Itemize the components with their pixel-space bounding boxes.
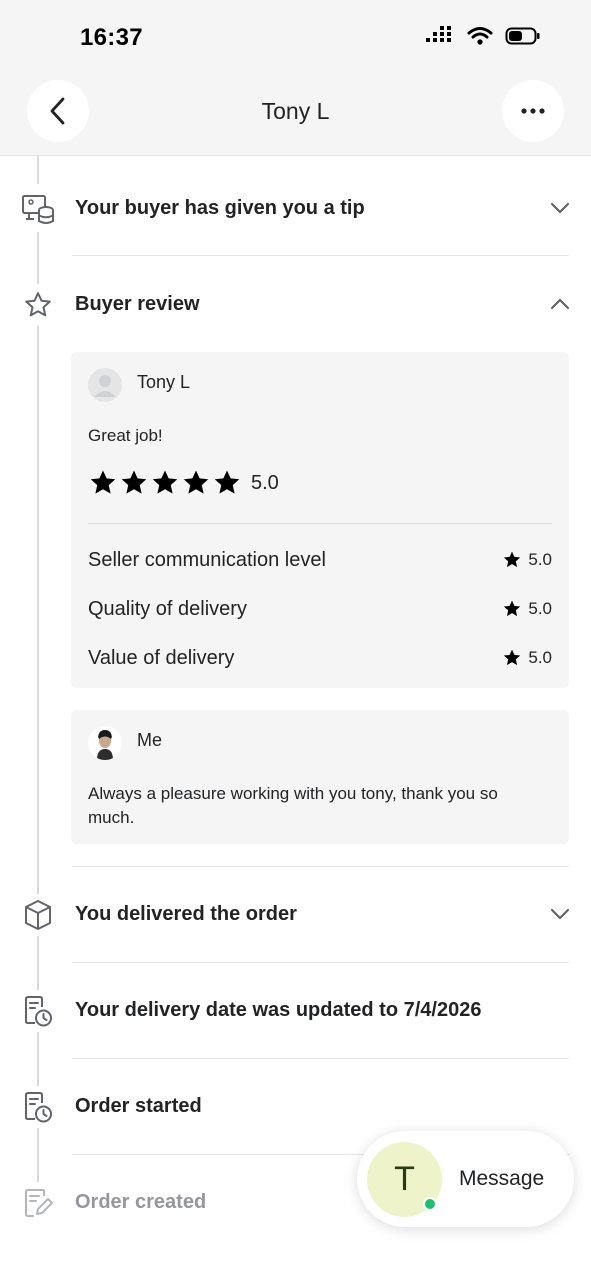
event-title: Order created (75, 1191, 207, 1213)
timeline-line (37, 326, 39, 894)
status-time: 16:37 (80, 24, 143, 51)
event-title: Your buyer has given you a tip (75, 197, 365, 219)
divider (88, 523, 552, 524)
reply-text: Always a pleasure working with you tony,… (88, 784, 498, 827)
rating-value-text: 5.0 (528, 550, 552, 569)
chevron-down-icon[interactable] (549, 903, 571, 925)
tip-icon (19, 189, 57, 227)
review-card: Tony L Great job! 5.0 Seller communicati… (71, 352, 569, 688)
message-button-label: Message (459, 1167, 545, 1190)
rating-label: Seller communication level (88, 548, 326, 571)
rating-value: 5.0 (502, 599, 552, 619)
event-title: Your delivery date was updated to 7/4/20… (75, 999, 482, 1021)
star-filled-icon (504, 600, 521, 617)
star-filled-icon (90, 470, 116, 494)
timeline-line (37, 936, 39, 990)
rating-row: Value of delivery 5.0 (88, 644, 552, 672)
chevron-up-icon[interactable] (549, 293, 571, 315)
avatar-initial: T (394, 1160, 415, 1198)
battery-icon (505, 27, 540, 45)
user-placeholder-icon (88, 368, 122, 402)
edit-document-icon (19, 1184, 57, 1222)
rating-value: 5.0 (502, 550, 552, 570)
more-options-button[interactable] (502, 80, 564, 142)
rating-value-text: 5.0 (528, 648, 552, 667)
reply-author: Me (137, 730, 163, 750)
reply-card: Me Always a pleasure working with you to… (71, 710, 569, 844)
divider (72, 962, 569, 963)
avatar (88, 726, 122, 760)
rating-label: Quality of delivery (88, 597, 247, 620)
star-filled-icon (504, 551, 521, 568)
star-filled-icon (183, 470, 209, 494)
rating-label: Value of delivery (88, 646, 235, 669)
wifi-icon (467, 27, 493, 45)
event-title: Buyer review (75, 293, 200, 315)
event-title: Order started (75, 1095, 202, 1117)
divider (72, 255, 569, 256)
rating-value-text: 5.0 (528, 599, 552, 618)
status-bar: 16:37 (0, 0, 591, 80)
avatar (88, 368, 122, 402)
star-filled-icon (214, 470, 240, 494)
package-icon (19, 896, 57, 934)
more-horizontal-icon (521, 108, 545, 114)
status-icons (425, 26, 541, 46)
divider (72, 866, 569, 867)
rating-value: 5.0 (502, 648, 552, 668)
timeline-line (37, 232, 39, 284)
timeline-line (37, 1032, 39, 1086)
user-photo-icon (88, 726, 122, 760)
calendar-clock-icon (19, 992, 57, 1030)
chevron-down-icon[interactable] (549, 197, 571, 219)
review-text: Great job! (88, 426, 163, 445)
star-filled-icon (152, 470, 178, 494)
message-button[interactable]: T Message (357, 1131, 574, 1227)
rating-row: Seller communication level 5.0 (88, 546, 552, 574)
overall-rating-value: 5.0 (251, 471, 279, 494)
timeline-line (37, 156, 39, 184)
online-status-dot (423, 1197, 437, 1211)
event-title: You delivered the order (75, 903, 297, 925)
star-outline-icon (19, 286, 57, 324)
timeline-line (37, 1128, 39, 1182)
divider (72, 1058, 569, 1059)
cellular-signal-icon (426, 26, 451, 42)
reviewer-name: Tony L (137, 372, 191, 392)
star-filled-icon (121, 470, 147, 494)
rating-row: Quality of delivery 5.0 (88, 595, 552, 623)
star-filled-icon (504, 649, 521, 666)
calendar-clock-icon (19, 1088, 57, 1126)
nav-bar: Tony L (0, 80, 591, 156)
overall-rating: 5.0 (88, 468, 279, 498)
